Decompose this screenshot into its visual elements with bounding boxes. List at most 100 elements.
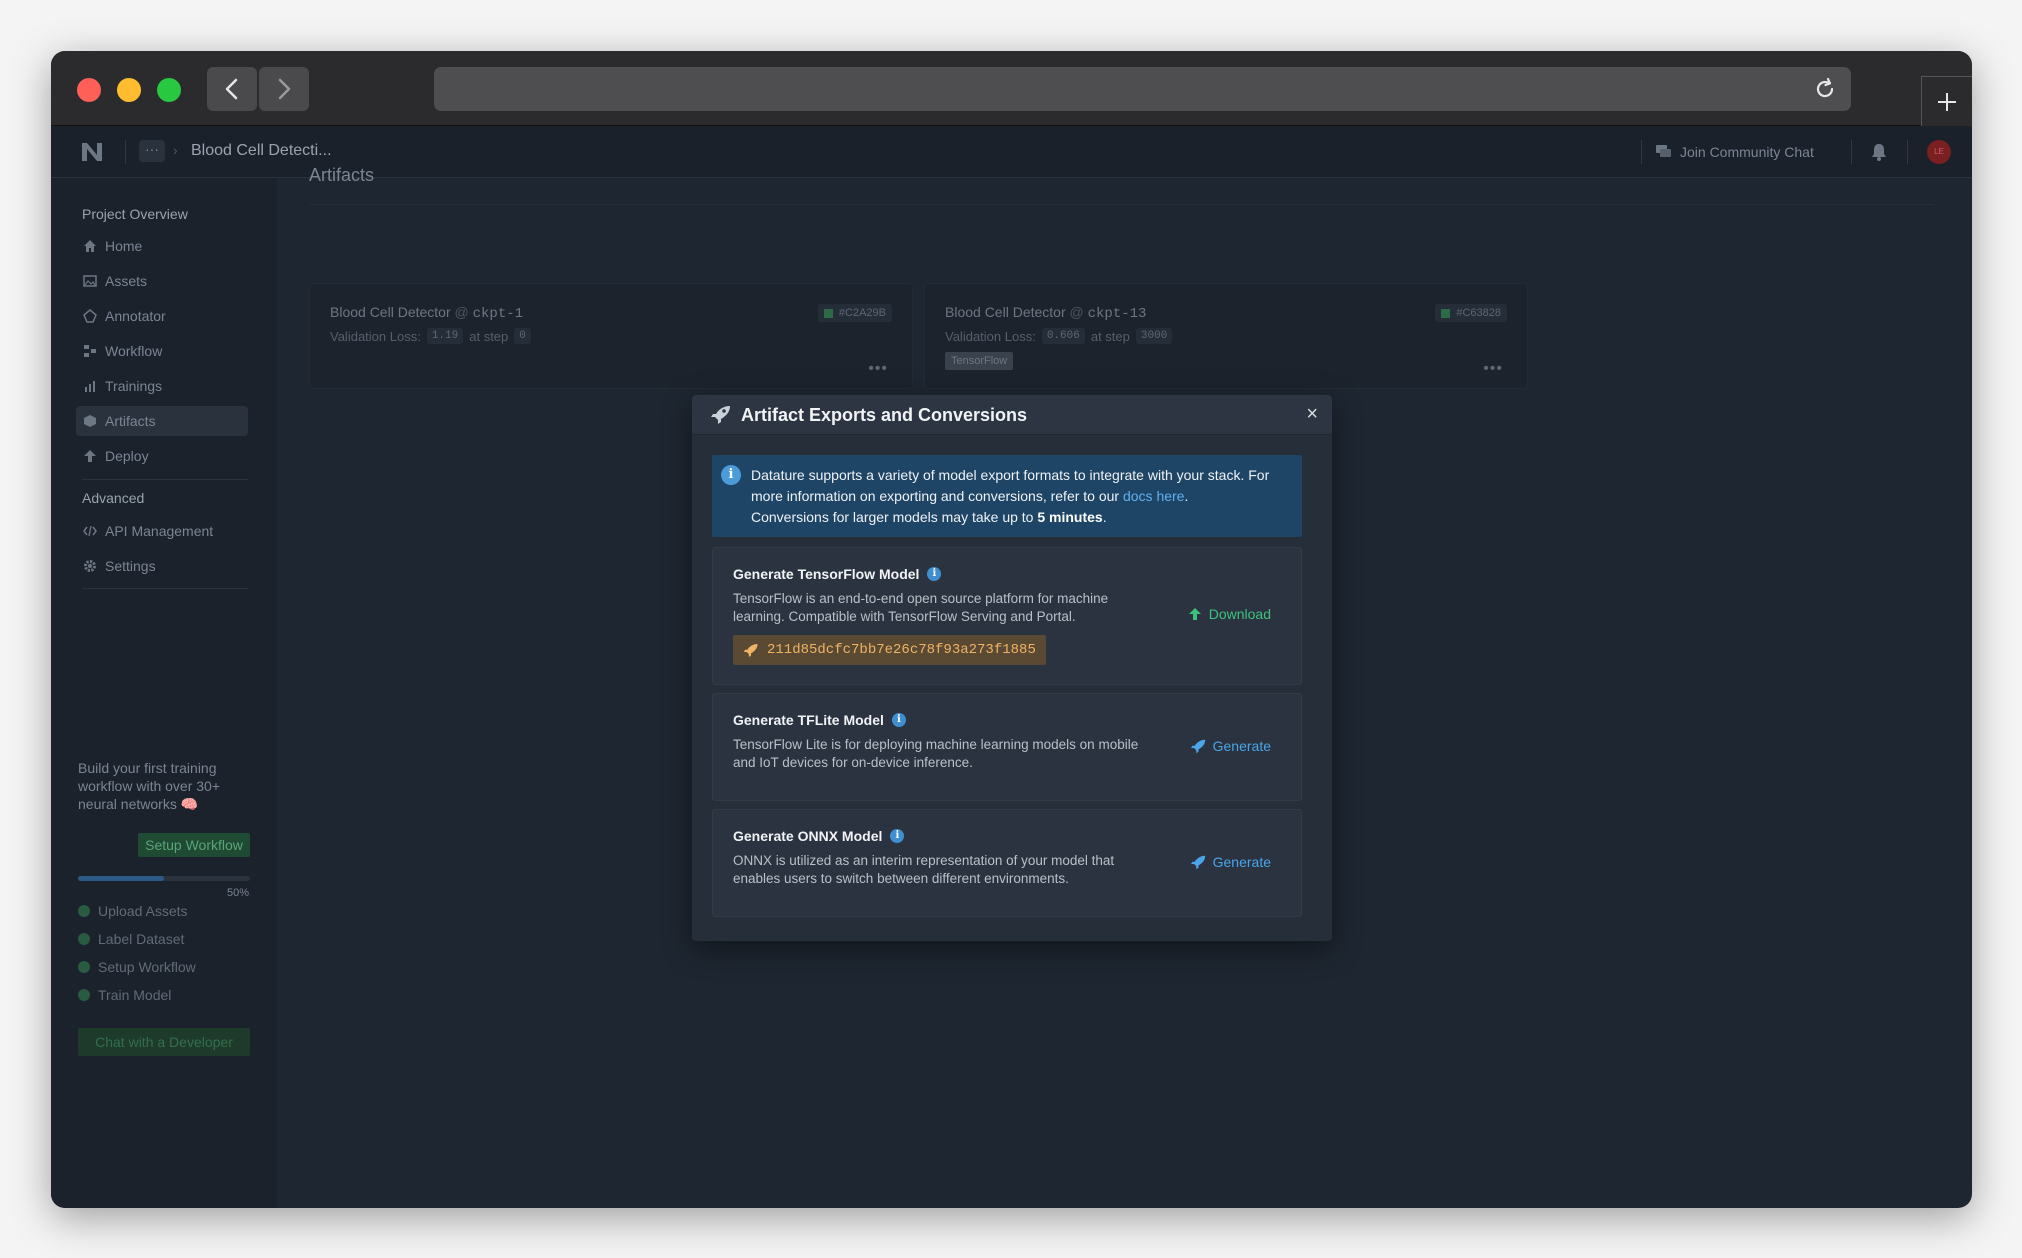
browser-window: ··· › Blood Cell Detecti... Join Communi… — [51, 51, 1972, 1208]
artifact-project: Blood Cell Detector — [945, 304, 1066, 320]
sidebar-heading-project: Project Overview — [82, 206, 188, 222]
divider — [82, 479, 248, 480]
artifact-name: Blood Cell Detector @ ckpt-1 — [330, 304, 523, 322]
modal-header: Artifact Exports and Conversions × — [692, 395, 1332, 435]
cloud-download-icon — [1188, 608, 1201, 620]
option-title-text: Generate TFLite Model — [733, 712, 884, 728]
setup-workflow-button[interactable]: Setup Workflow — [138, 833, 250, 857]
chevron-left-icon — [225, 78, 238, 100]
sidebar-item-api-management[interactable]: API Management — [76, 516, 248, 546]
sidebar-item-deploy[interactable]: Deploy — [76, 441, 248, 471]
onnx-option: Generate ONNX Model i ONNX is utilized as… — [712, 809, 1302, 917]
divider — [1851, 140, 1852, 164]
info-bold-duration: 5 minutes — [1037, 509, 1103, 525]
onboarding-step: Setup Workflow — [78, 959, 196, 975]
chevron-right-icon — [278, 78, 291, 100]
model-hash-value: 211d85dcfc7bb7e26c78f93a273f1885 — [767, 642, 1036, 658]
info-text-part: Conversions for larger models may take u… — [751, 509, 1038, 525]
divider — [309, 204, 1934, 205]
reload-icon[interactable] — [1813, 77, 1837, 101]
generate-button[interactable]: Generate — [1190, 738, 1271, 754]
home-icon — [84, 240, 96, 252]
docs-link[interactable]: docs here — [1123, 488, 1184, 504]
generate-button[interactable]: Generate — [1190, 854, 1271, 870]
minimize-window-button[interactable] — [117, 78, 141, 102]
generate-label: Generate — [1212, 738, 1271, 754]
annotator-icon — [83, 309, 97, 323]
artifact-hash-badge: #C63828 — [1435, 304, 1507, 322]
sidebar-item-artifacts[interactable]: Artifacts — [76, 406, 248, 436]
breadcrumb-more-button[interactable]: ··· — [139, 140, 165, 162]
sidebar: Project Overview Home Assets Annotator W… — [51, 178, 277, 1208]
validation-loss: Validation Loss: 0.606 at step 3000 — [945, 328, 1173, 344]
onboarding-step: Upload Assets — [78, 903, 188, 919]
info-icon[interactable]: i — [890, 829, 905, 843]
info-icon[interactable]: i — [891, 713, 906, 727]
step-label: at step — [469, 328, 509, 344]
sidebar-item-label: Artifacts — [105, 413, 156, 429]
divider — [1641, 140, 1642, 164]
artifact-name: Blood Cell Detector @ ckpt-13 — [945, 304, 1146, 322]
progress-fill — [78, 876, 164, 881]
info-text-part: . — [1184, 488, 1189, 504]
info-icon: i — [721, 465, 741, 485]
info-icon[interactable]: i — [927, 567, 942, 581]
close-icon[interactable]: × — [1306, 403, 1318, 426]
sidebar-item-home[interactable]: Home — [76, 231, 248, 261]
sidebar-item-annotator[interactable]: Annotator — [76, 301, 248, 331]
generate-label: Generate — [1212, 854, 1271, 870]
sidebar-item-label: Settings — [105, 558, 156, 574]
tflite-option: Generate TFLite Model i TensorFlow Lite i… — [712, 693, 1302, 801]
maximize-window-button[interactable] — [157, 78, 181, 102]
checkpoint-name: ckpt-13 — [1087, 306, 1147, 322]
option-title-text: Generate TensorFlow Model — [733, 566, 920, 582]
plus-icon — [1938, 92, 1956, 111]
loss-value: 0.606 — [1041, 328, 1085, 344]
sidebar-item-trainings[interactable]: Trainings — [76, 371, 248, 401]
model-hash-badge[interactable]: 211d85dcfc7bb7e26c78f93a273f1885 — [733, 635, 1046, 665]
sidebar-item-settings[interactable]: Settings — [76, 551, 248, 581]
progress-percent: 50% — [227, 887, 250, 899]
step-label: Label Dataset — [98, 931, 185, 947]
artifact-card[interactable]: Blood Cell Detector @ ckpt-1 Validation … — [309, 283, 913, 389]
option-title: Generate ONNX Model i — [733, 828, 905, 844]
status-square-icon — [823, 308, 833, 318]
sidebar-item-workflow[interactable]: Workflow — [76, 336, 248, 366]
info-banner: i Datature supports a variety of model e… — [712, 455, 1302, 537]
check-icon — [78, 905, 90, 917]
new-tab-button[interactable] — [1921, 76, 1972, 126]
forward-button[interactable] — [259, 67, 309, 111]
more-options-button[interactable]: ••• — [1483, 360, 1503, 378]
divider — [82, 588, 248, 589]
loss-label: Validation Loss: — [945, 328, 1036, 344]
divider — [1907, 140, 1908, 164]
rocket-icon — [711, 406, 730, 424]
back-button[interactable] — [207, 67, 257, 111]
sidebar-item-label: API Management — [105, 523, 214, 539]
download-button[interactable]: Download — [1187, 606, 1271, 622]
address-bar[interactable] — [434, 67, 1851, 111]
join-community-chat-link[interactable]: Join Community Chat — [1656, 144, 1814, 160]
nexus-logo-icon[interactable] — [81, 142, 103, 162]
sidebar-item-label: Workflow — [105, 343, 163, 359]
artifact-card[interactable]: Blood Cell Detector @ ckpt-13 Validation… — [924, 283, 1528, 389]
info-text: Datature supports a variety of model exp… — [751, 465, 1291, 528]
modal-title: Artifact Exports and Conversions — [741, 405, 1028, 425]
step-label: Upload Assets — [98, 903, 188, 919]
status-square-icon — [1441, 308, 1451, 318]
more-options-button[interactable]: ••• — [868, 360, 888, 378]
option-title: Generate TFLite Model i — [733, 712, 906, 728]
workflow-icon — [84, 345, 96, 357]
loss-label: Validation Loss: — [330, 328, 421, 344]
bell-icon[interactable] — [1871, 143, 1887, 161]
option-title-text: Generate ONNX Model — [733, 828, 883, 844]
sidebar-item-assets[interactable]: Assets — [76, 266, 248, 296]
breadcrumb-project-title[interactable]: Blood Cell Detecti... — [191, 142, 332, 160]
browser-titlebar — [51, 51, 1972, 126]
chat-with-developer-button[interactable]: Chat with a Developer — [78, 1028, 250, 1056]
close-window-button[interactable] — [77, 78, 101, 102]
step-label: Setup Workflow — [98, 959, 196, 975]
avatar[interactable]: LE — [1927, 140, 1951, 164]
artifact-project: Blood Cell Detector — [330, 304, 451, 320]
sidebar-item-label: Annotator — [105, 308, 166, 324]
